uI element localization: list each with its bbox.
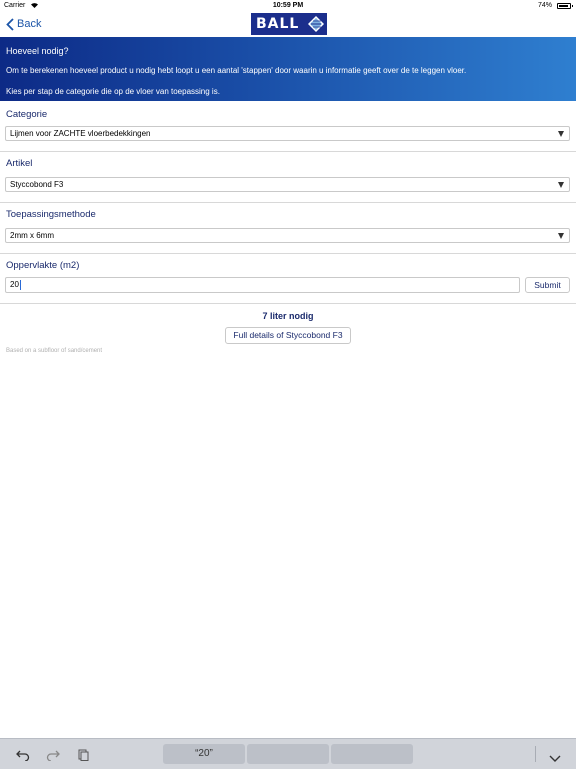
intro-title: Hoeveel nodig? bbox=[6, 46, 69, 56]
battery-percentage: 74% bbox=[537, 2, 552, 9]
methode-section: Toepassingsmethode 2mm x 6mm bbox=[0, 203, 576, 254]
keyboard-shortcut-bar: “20” bbox=[0, 738, 576, 769]
dismiss-keyboard-icon[interactable] bbox=[549, 750, 561, 768]
suggestion-2[interactable] bbox=[247, 744, 329, 764]
oppervlakte-value: 20 bbox=[10, 280, 19, 289]
status-time: 10:59 PM bbox=[272, 2, 304, 9]
divider bbox=[535, 746, 536, 762]
paste-icon[interactable] bbox=[78, 748, 89, 766]
undo-icon[interactable] bbox=[16, 748, 30, 766]
intro-instruction: Kies per stap de categorie die op de vlo… bbox=[6, 87, 220, 96]
logo-text: BALL bbox=[256, 16, 300, 32]
methode-select[interactable]: 2mm x 6mm bbox=[5, 228, 570, 243]
ball-logo: BALL bbox=[251, 13, 327, 35]
oppervlakte-label: Oppervlakte (m2) bbox=[6, 260, 80, 271]
navigation-bar: Back BALL bbox=[0, 12, 576, 37]
back-label: Back bbox=[17, 18, 42, 30]
intro-header: Hoeveel nodig? Om te berekenen hoeveel p… bbox=[0, 37, 576, 101]
artikel-section: Artikel Styccobond F3 bbox=[0, 152, 576, 203]
intro-description: Om te berekenen hoeveel product u nodig … bbox=[6, 66, 467, 75]
oppervlakte-input[interactable]: 20 bbox=[5, 277, 520, 293]
suggestion-3[interactable] bbox=[331, 744, 413, 764]
categorie-section: Categorie Lijmen voor ZACHTE vloerbedekk… bbox=[0, 101, 576, 152]
artikel-select[interactable]: Styccobond F3 bbox=[5, 177, 570, 192]
categorie-select[interactable]: Lijmen voor ZACHTE vloerbedekkingen bbox=[5, 126, 570, 141]
methode-label: Toepassingsmethode bbox=[6, 209, 96, 220]
logo-mark-icon bbox=[308, 16, 324, 32]
chevron-left-icon bbox=[6, 17, 14, 31]
dropdown-arrow-icon bbox=[558, 131, 564, 137]
text-cursor bbox=[19, 279, 21, 290]
submit-button[interactable]: Submit bbox=[525, 277, 570, 293]
categorie-label: Categorie bbox=[6, 109, 48, 120]
artikel-value: Styccobond F3 bbox=[10, 180, 64, 189]
back-button[interactable]: Back bbox=[6, 15, 41, 33]
subfloor-note: Based on a subfloor of sand/cement bbox=[6, 348, 103, 354]
battery-icon bbox=[557, 3, 573, 9]
status-bar: Carrier 10:59 PM 74% bbox=[0, 0, 576, 12]
artikel-label: Artikel bbox=[6, 158, 33, 169]
dropdown-arrow-icon bbox=[558, 182, 564, 188]
redo-icon[interactable] bbox=[46, 748, 60, 766]
categorie-value: Lijmen voor ZACHTE vloerbedekkingen bbox=[10, 129, 151, 138]
full-details-button[interactable]: Full details of Styccobond F3 bbox=[225, 327, 351, 344]
methode-value: 2mm x 6mm bbox=[10, 231, 54, 240]
dropdown-arrow-icon bbox=[558, 233, 564, 239]
result-text: 7 liter nodig bbox=[262, 311, 314, 321]
suggestion-1[interactable]: “20” bbox=[163, 744, 245, 764]
